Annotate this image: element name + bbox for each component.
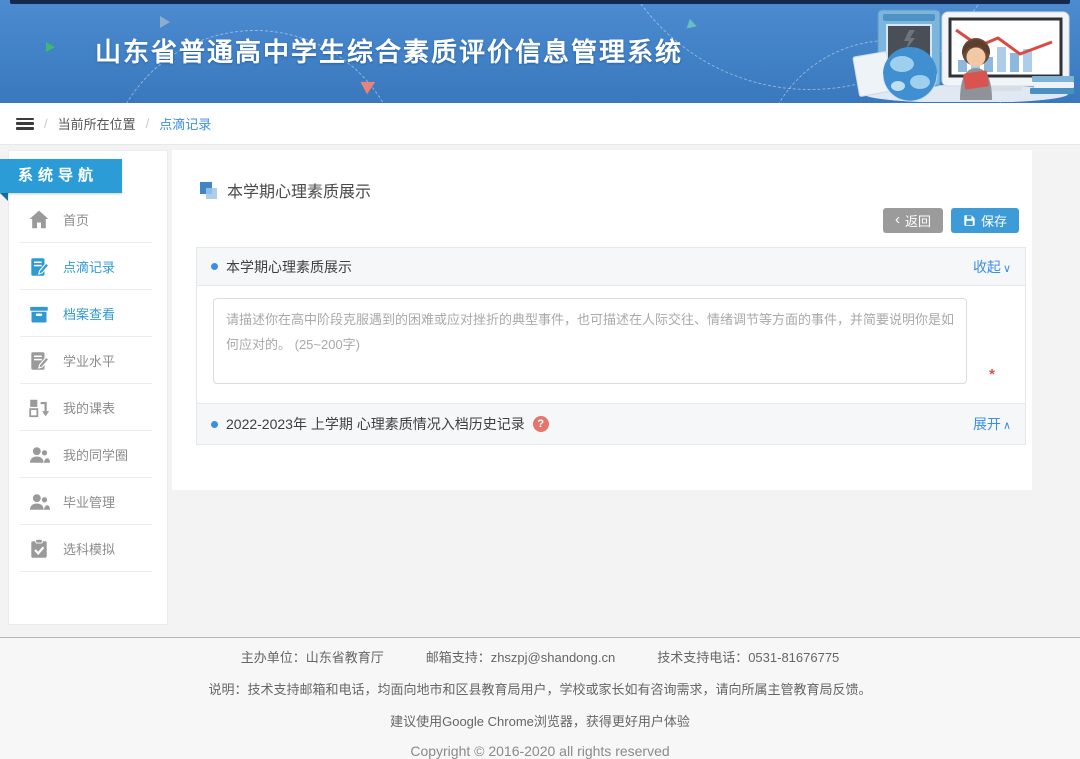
panel-title: 本学期心理素质展示 xyxy=(226,257,352,277)
ribbon-fold xyxy=(0,193,8,201)
save-button[interactable]: 保存 xyxy=(951,208,1019,233)
bullet-icon xyxy=(211,421,218,428)
chevron-down-icon: ∨ xyxy=(1003,263,1011,275)
archive-icon xyxy=(28,303,50,325)
psych-display-panel: 本学期心理素质展示 收起∨ * xyxy=(196,247,1026,412)
page: 山东省普通高中学生综合素质评价信息管理系统 xyxy=(0,0,1080,759)
sidebar-item-label: 首页 xyxy=(63,210,89,229)
sidebar-item-classmates[interactable]: 我的同学圈 xyxy=(8,431,168,478)
chevron-up-icon: ∧ xyxy=(1003,420,1011,432)
sidebar-item-subject-sim[interactable]: 选科模拟 xyxy=(8,525,168,572)
classmates-icon xyxy=(28,444,50,466)
breadcrumb-separator: / xyxy=(146,116,150,131)
sidebar-item-schedule[interactable]: 我的课表 xyxy=(8,384,168,431)
panel-body: * xyxy=(197,286,1025,411)
bullet-icon xyxy=(211,263,218,270)
sidebar-item-archive[interactable]: 档案查看 xyxy=(8,290,168,337)
sidebar-item-graduation[interactable]: 毕业管理 xyxy=(8,478,168,525)
page-title: 本学期心理素质展示 xyxy=(227,178,371,202)
app-title: 山东省普通高中学生综合素质评价信息管理系统 xyxy=(95,32,683,69)
panel-header: 2022-2023年 上学期 心理素质情况入档历史记录 ? 展开∧ xyxy=(197,404,1025,444)
sidebar-item-label: 选科模拟 xyxy=(63,539,115,558)
back-button-label: 返回 xyxy=(905,211,931,230)
top-strip xyxy=(10,0,1070,4)
footer-copyright: Copyright © 2016-2020 all rights reserve… xyxy=(410,743,669,759)
home-icon xyxy=(28,209,50,231)
psych-description-textarea[interactable] xyxy=(213,298,967,384)
academic-icon xyxy=(28,350,50,372)
footer-note: 说明：技术支持邮箱和电话，均面向地市和区县教育局用户，学校或家长如有咨询需求，请… xyxy=(208,679,871,698)
panel-header: 本学期心理素质展示 收起∨ xyxy=(197,248,1025,286)
footer: 主办单位：山东省教育厅 邮箱支持：zhszpj@shandong.cn 技术支持… xyxy=(0,637,1080,759)
panel-title: 2022-2023年 上学期 心理素质情况入档历史记录 xyxy=(226,414,525,434)
chevron-left-icon: ‹ xyxy=(895,212,900,227)
main-content: 本学期心理素质展示 ‹ 返回 保存 本学期心理素质展示 xyxy=(172,150,1032,490)
header-illustration xyxy=(852,2,1080,102)
page-title-icon xyxy=(200,182,217,199)
expand-link[interactable]: 展开∧ xyxy=(973,414,1011,434)
footer-browser-tip: 建议使用Google Chrome浏览器，获得更好用户体验 xyxy=(390,711,690,730)
breadcrumb: / 当前所在位置 / 点滴记录 xyxy=(0,103,1080,145)
sidebar-item-label: 学业水平 xyxy=(63,351,115,370)
app-header: 山东省普通高中学生综合素质评价信息管理系统 xyxy=(0,0,1080,103)
sidebar-item-academic[interactable]: 学业水平 xyxy=(8,337,168,384)
help-icon[interactable]: ? xyxy=(533,416,549,432)
sidebar-item-home[interactable]: 首页 xyxy=(8,196,168,243)
decor-arrow-icon xyxy=(46,42,55,52)
graduation-icon xyxy=(28,491,50,513)
history-panel: 2022-2023年 上学期 心理素质情况入档历史记录 ? 展开∧ xyxy=(196,403,1026,445)
collapse-link[interactable]: 收起∨ xyxy=(973,257,1011,277)
sidebar-title: 系统导航 xyxy=(0,159,122,193)
record-icon xyxy=(28,256,50,278)
footer-line-contacts: 主办单位：山东省教育厅 邮箱支持：zhszpj@shandong.cn 技术支持… xyxy=(241,647,840,666)
sidebar-nav: 首页 点滴记录 档案查看 xyxy=(8,196,168,572)
save-button-label: 保存 xyxy=(981,211,1007,230)
sidebar-item-label: 毕业管理 xyxy=(63,492,115,511)
footer-org: 主办单位：山东省教育厅 xyxy=(241,647,384,666)
save-icon xyxy=(963,214,976,227)
sidebar-item-label: 点滴记录 xyxy=(63,257,115,276)
footer-phone: 技术支持电话：0531-81676775 xyxy=(657,647,839,666)
schedule-icon xyxy=(28,397,50,419)
sidebar-item-label: 我的课表 xyxy=(63,398,115,417)
menu-icon[interactable] xyxy=(16,118,34,130)
breadcrumb-label: 当前所在位置 xyxy=(58,114,136,133)
footer-email: 邮箱支持：zhszpj@shandong.cn xyxy=(426,647,616,666)
sidebar-item-label: 我的同学圈 xyxy=(63,445,128,464)
required-asterisk: * xyxy=(989,366,995,383)
subject-icon xyxy=(28,538,50,560)
back-button[interactable]: ‹ 返回 xyxy=(883,208,943,233)
sidebar-item-records[interactable]: 点滴记录 xyxy=(8,243,168,290)
decor-arrow-icon xyxy=(160,16,170,28)
sidebar-item-label: 档案查看 xyxy=(63,304,115,323)
breadcrumb-current[interactable]: 点滴记录 xyxy=(159,114,211,133)
breadcrumb-separator: / xyxy=(44,116,48,131)
